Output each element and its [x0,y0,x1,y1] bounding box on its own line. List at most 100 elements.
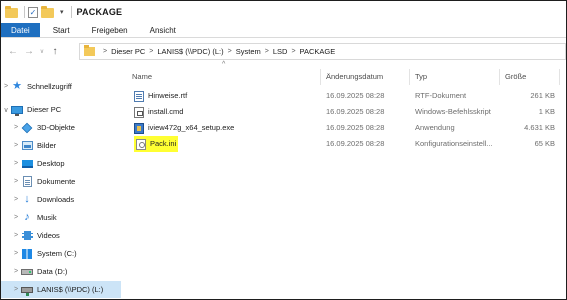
file-name: Pack.ini [150,139,177,148]
up-button[interactable]: ↑ [47,46,63,57]
column-headers: Name Änderungsdatum Typ Größe [126,69,566,85]
breadcrumb-lsd[interactable]: LSD [273,47,288,56]
file-size: 1 KB [538,107,555,116]
column-divider[interactable] [559,69,560,85]
back-button[interactable]: ← [5,46,21,57]
cmd-file-icon [134,106,144,118]
collapse-chevron-icon[interactable]: ∨ [1,106,11,114]
breadcrumb-lanis-drive[interactable]: LANIS$ (\\PDC) (L:) [157,47,223,56]
nav-item-data-d[interactable]: > Data (D:) [1,263,121,280]
file-type: RTF-Dokument [415,91,467,100]
expand-chevron-icon[interactable]: > [11,142,21,149]
file-date: 16.09.2025 08:28 [326,107,385,116]
nav-item-downloads[interactable]: > ↓ Downloads [1,191,121,208]
column-header-date[interactable]: Änderungsdatum [320,69,409,85]
file-row[interactable]: install.cmd 16.09.2025 08:28 Windows-Bef… [126,104,566,120]
nav-item-label: Schnellzugriff [27,82,72,91]
nav-item-musik[interactable]: > ♪ Musik [1,209,121,226]
expand-chevron-icon[interactable]: > [11,196,21,203]
expand-chevron-icon[interactable]: > [11,250,21,257]
tab-freigeben[interactable]: Freigeben [81,23,139,37]
computer-icon [11,104,23,116]
videos-icon [21,230,33,241]
file-row[interactable]: iview472g_x64_setup.exe 16.09.2025 08:28… [126,120,566,136]
title-bar: ✓ ▾ PACKAGE [1,1,566,23]
address-bar[interactable]: > Dieser PC > LANIS$ (\\PDC) (L:) > Syst… [79,43,566,60]
folder-icon [84,45,95,56]
file-date: 16.09.2025 08:28 [326,91,385,100]
navigation-pane: > ★ Schnellzugriff ∨ Dieser PC > 3D-Obje… [1,67,121,299]
nav-item-3d-objekte[interactable]: > 3D-Objekte [1,119,121,136]
breadcrumb-system[interactable]: System [236,47,261,56]
tab-datei[interactable]: Datei [1,23,40,37]
desktop-icon [21,158,33,169]
nav-item-desktop[interactable]: > Desktop [1,155,121,172]
forward-button[interactable]: → [21,46,37,57]
column-header-type[interactable]: Typ [409,69,499,85]
folder-icon [5,5,18,18]
expand-chevron-icon[interactable]: > [11,232,21,239]
nav-item-bilder[interactable]: > Bilder [1,137,121,154]
expand-chevron-icon[interactable]: > [11,214,21,221]
recent-locations-button[interactable]: ∨ [37,48,47,55]
file-row[interactable]: Hinweise.rtf 16.09.2025 08:28 RTF-Dokume… [126,88,566,104]
file-name-cell: install.cmd [134,104,183,120]
file-date: 16.09.2025 08:28 [326,139,385,148]
breadcrumb-separator: > [291,48,296,55]
file-type: Windows-Befehlsskript [415,107,491,116]
breadcrumb-package[interactable]: PACKAGE [300,47,336,56]
tab-ansicht[interactable]: Ansicht [139,23,187,37]
star-icon: ★ [12,80,22,92]
ini-file-icon [136,138,146,150]
nav-item-label: Musik [37,213,57,222]
ribbon-tabs: Datei Start Freigeben Ansicht [1,23,566,38]
file-name: Hinweise.rtf [148,91,188,100]
drive-icon [21,266,33,277]
file-list: ^ Name Änderungsdatum Typ Größe Hinweise… [126,61,566,299]
file-name: install.cmd [148,107,184,116]
pictures-icon [21,140,33,151]
expand-chevron-icon[interactable]: > [11,160,21,167]
breadcrumb-separator: > [103,48,108,55]
nav-item-label: 3D-Objekte [37,123,75,132]
new-folder-icon[interactable] [41,5,54,18]
nav-item-lanis-drive[interactable]: > LANIS$ (\\PDC) (L:) [1,281,121,298]
nav-item-dokumente[interactable]: > Dokumente [1,173,121,190]
column-header-name[interactable]: Name [126,69,320,85]
3d-objects-icon [21,122,33,133]
nav-item-label: Dokumente [37,177,76,186]
quick-access-dropdown-icon[interactable]: ▾ [60,8,64,16]
tab-start[interactable]: Start [40,23,81,37]
file-name-cell: Pack.ini [134,136,179,152]
windows-drive-icon [21,248,33,259]
window-title: PACKAGE [76,7,123,17]
expand-chevron-icon[interactable]: > [11,124,21,131]
sort-ascending-icon: ^ [222,61,226,68]
nav-item-schnellzugriff[interactable]: > ★ Schnellzugriff [1,78,121,95]
file-type: Konfigurationseinstell... [415,139,493,148]
explorer-window: ✓ ▾ PACKAGE Datei Start Freigeben Ansich… [0,0,567,300]
expand-chevron-icon[interactable]: > [11,178,21,185]
file-row[interactable]: Pack.ini 16.09.2025 08:28 Konfigurations… [126,136,566,152]
file-size: 65 KB [534,139,555,148]
expand-chevron-icon[interactable]: > [11,286,21,293]
nav-item-dieser-pc[interactable]: ∨ Dieser PC [1,101,121,118]
nav-item-system-c[interactable]: > System (C:) [1,245,121,262]
expand-chevron-icon[interactable]: > [11,268,21,275]
breadcrumb-dieser-pc[interactable]: Dieser PC [111,47,145,56]
file-size: 261 KB [530,91,555,100]
expand-chevron-icon[interactable]: > [1,83,11,90]
nav-item-label: Downloads [37,195,75,204]
file-name: iview472g_x64_setup.exe [148,123,235,132]
breadcrumb-separator: > [227,48,232,55]
nav-item-label: Desktop [37,159,65,168]
file-type: Anwendung [415,123,455,132]
nav-item-videos[interactable]: > Videos [1,227,121,244]
column-header-size[interactable]: Größe [499,69,559,85]
downloads-icon: ↓ [24,193,30,205]
exe-file-icon [134,122,144,134]
breadcrumb-separator: > [264,48,269,55]
music-icon: ♪ [24,211,30,223]
nav-item-label: System (C:) [37,249,77,258]
properties-icon[interactable]: ✓ [28,6,38,18]
